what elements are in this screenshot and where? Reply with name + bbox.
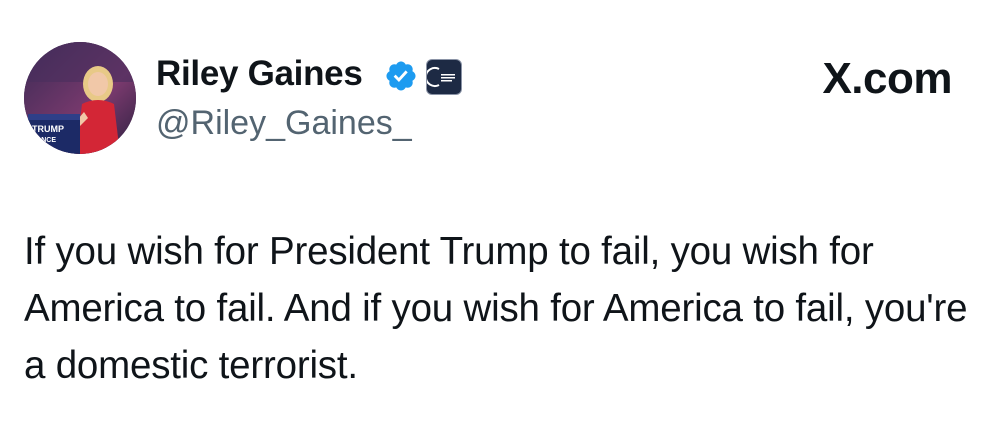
tweet-text: If you wish for President Trump to fail,… <box>24 230 968 387</box>
avatar-sign-line-1: TRUMP <box>32 124 64 134</box>
avatar[interactable]: TRUMP VANCE <box>24 42 136 154</box>
avatar-photo: TRUMP VANCE <box>24 42 136 154</box>
verified-checkmark-icon <box>384 59 418 93</box>
author-handle[interactable]: @Riley_Gaines_ <box>156 104 412 143</box>
avatar-sign-line-2: VANCE <box>32 137 56 144</box>
tweet-card: TRUMP VANCE Riley Gaines @Riley_Gaines_ … <box>0 0 1000 422</box>
author-display-name[interactable]: Riley Gaines <box>156 54 363 94</box>
organization-affiliate-badge-icon[interactable] <box>426 59 462 95</box>
source-logo: X.com <box>822 54 952 103</box>
